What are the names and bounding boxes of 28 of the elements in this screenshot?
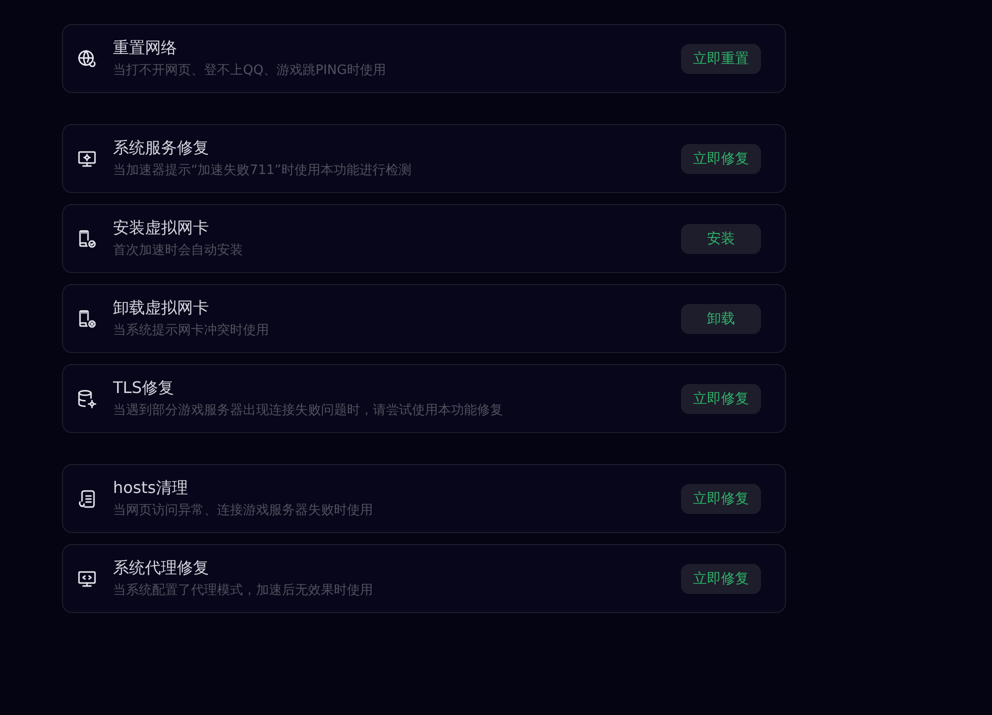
tool-title: 系统服务修复 — [113, 137, 210, 159]
tool-description: 当系统配置了代理模式，加速后无效果时使用 — [113, 582, 374, 600]
tool-description: 当加速器提示“加速失败711”时使用本功能进行检测 — [113, 162, 412, 180]
tool-description: 首次加速时会自动安装 — [113, 242, 244, 260]
tool-description: 当系统提示网卡冲突时使用 — [113, 322, 270, 340]
tool-title: 重置网络 — [113, 37, 178, 59]
action-button[interactable]: 立即修复 — [681, 144, 761, 174]
tool-description: 当打不开网页、登不上QQ、游戏跳PING时使用 — [113, 62, 387, 80]
tool-title: hosts清理 — [113, 477, 189, 499]
action-button[interactable]: 立即修复 — [681, 384, 761, 414]
tool-title: TLS修复 — [113, 377, 175, 399]
network-card-x-icon — [77, 308, 97, 328]
action-button[interactable]: 卸载 — [681, 304, 761, 334]
monitor-gear-icon — [77, 148, 97, 168]
monitor-code-icon — [77, 568, 97, 588]
network-card-check-icon — [77, 228, 97, 248]
list-refresh-icon — [77, 488, 97, 508]
action-button[interactable]: 立即重置 — [681, 44, 761, 74]
action-button[interactable]: 立即修复 — [681, 564, 761, 594]
tool-title: 系统代理修复 — [113, 557, 210, 579]
tool-description: 当网页访问异常、连接游戏服务器失败时使用 — [113, 502, 374, 520]
action-button[interactable]: 立即修复 — [681, 484, 761, 514]
tool-description: 当遇到部分游戏服务器出现连接失败问题时，请尝试使用本功能修复 — [113, 402, 504, 420]
tool-title: 安装虚拟网卡 — [113, 217, 210, 239]
tool-title: 卸载虚拟网卡 — [113, 297, 210, 319]
database-gear-icon — [77, 388, 97, 408]
globe-icon — [77, 48, 97, 68]
action-button[interactable]: 安装 — [681, 224, 761, 254]
